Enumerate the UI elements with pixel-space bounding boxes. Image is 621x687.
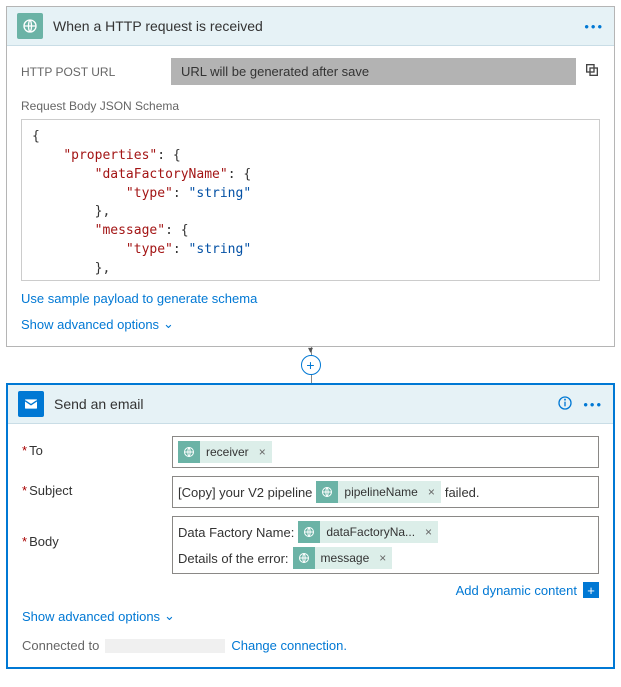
email-advanced-toggle[interactable]: Show advanced options ⌄: [22, 608, 599, 624]
http-advanced-toggle[interactable]: Show advanced options ⌄: [21, 316, 600, 332]
email-card: Send an email ••• *To receiver × *Subjec…: [6, 383, 615, 669]
http-url-value: URL will be generated after save: [171, 58, 576, 85]
token-pipeline-name: pipelineName ×: [316, 481, 440, 503]
token-message: message ×: [293, 547, 393, 569]
http-trigger-card: When a HTTP request is received ••• HTTP…: [6, 6, 615, 347]
chevron-down-icon: ⌄: [164, 608, 175, 624]
globe-icon: [298, 521, 320, 543]
http-trigger-title: When a HTTP request is received: [53, 18, 584, 34]
subject-input[interactable]: [Copy] your V2 pipeline pipelineName × f…: [172, 476, 599, 508]
http-more-icon[interactable]: •••: [584, 19, 604, 34]
email-more-icon[interactable]: •••: [583, 397, 603, 412]
plus-icon: +: [583, 582, 599, 598]
connected-account: [105, 639, 225, 653]
add-dynamic-content[interactable]: Add dynamic content +: [22, 582, 599, 598]
subject-label: *Subject: [22, 476, 172, 498]
body-label: *Body: [22, 516, 172, 549]
http-trigger-header[interactable]: When a HTTP request is received •••: [7, 7, 614, 46]
flow-connector: ▾ +: [6, 347, 615, 383]
copy-url-icon[interactable]: [584, 62, 600, 81]
token-receiver: receiver ×: [178, 441, 272, 463]
sample-payload-link[interactable]: Use sample payload to generate schema: [21, 291, 257, 306]
to-input[interactable]: receiver ×: [172, 436, 599, 468]
add-step-button[interactable]: +: [301, 355, 321, 375]
to-label: *To: [22, 436, 172, 458]
email-info-icon[interactable]: [557, 395, 573, 414]
token-remove-icon[interactable]: ×: [253, 445, 272, 459]
token-data-factory-name: dataFactoryNa... ×: [298, 521, 438, 543]
http-icon: [17, 13, 43, 39]
globe-icon: [293, 547, 315, 569]
token-remove-icon[interactable]: ×: [419, 525, 438, 539]
token-remove-icon[interactable]: ×: [422, 485, 441, 499]
body-input[interactable]: Data Factory Name: dataFactoryNa... × De…: [172, 516, 599, 574]
outlook-icon: [18, 391, 44, 417]
schema-editor[interactable]: { "properties": { "dataFactoryName": { "…: [21, 119, 600, 281]
chevron-down-icon: ⌄: [163, 316, 174, 332]
schema-label: Request Body JSON Schema: [21, 99, 600, 113]
http-url-label: HTTP POST URL: [21, 65, 171, 79]
token-remove-icon[interactable]: ×: [373, 551, 392, 565]
change-connection-link[interactable]: Change connection.: [231, 638, 347, 653]
globe-icon: [178, 441, 200, 463]
connected-label: Connected to: [22, 638, 99, 653]
email-title: Send an email: [54, 396, 557, 412]
globe-icon: [316, 481, 338, 503]
email-header[interactable]: Send an email •••: [8, 385, 613, 424]
